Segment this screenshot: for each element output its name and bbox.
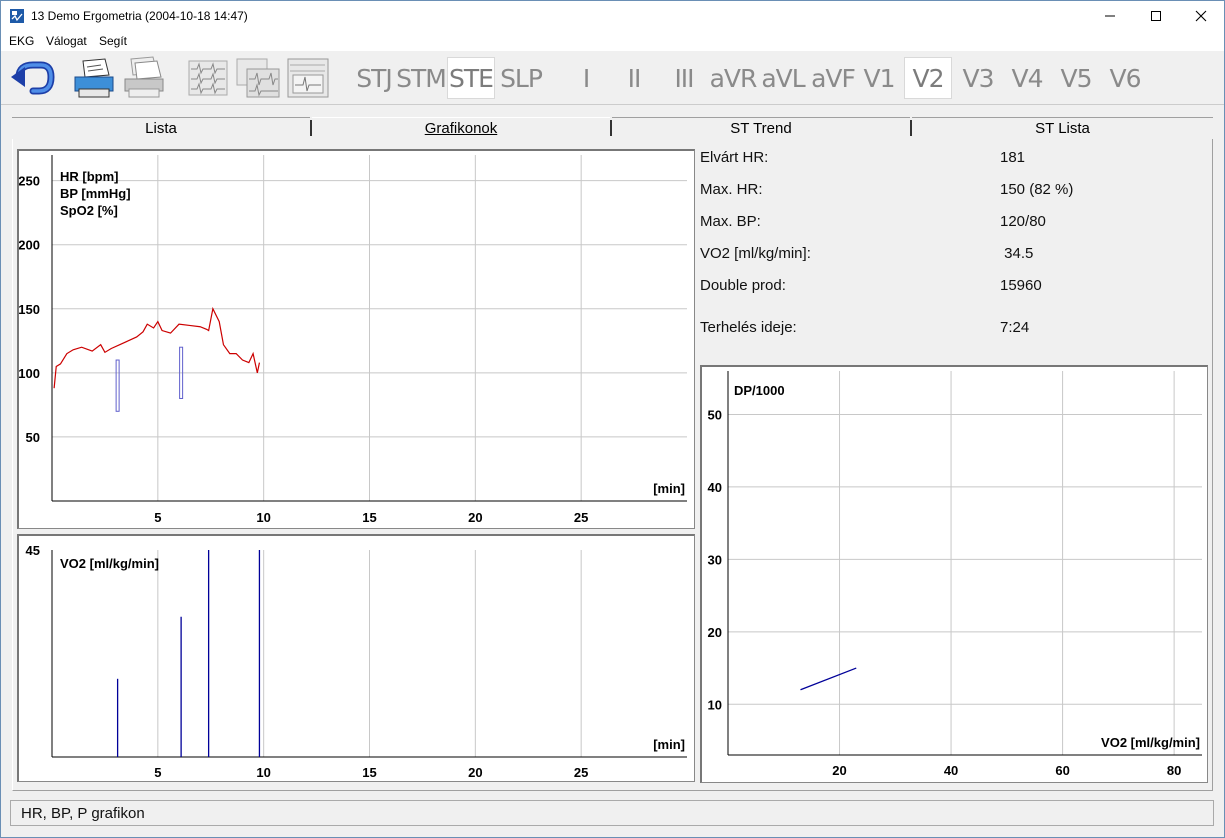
x-tick-label: 10 — [256, 765, 270, 780]
summary-panel: Elvárt HR: 181 Max. HR: 150 (82 %) Max. … — [700, 141, 1200, 351]
y-tick-label: 10 — [708, 697, 722, 712]
lead-ii[interactable]: II — [617, 57, 651, 99]
x-tick-label: 25 — [574, 765, 588, 780]
x-tick-label: 40 — [944, 763, 958, 778]
menu-ekg[interactable]: EKG — [9, 34, 34, 48]
minimize-button[interactable] — [1087, 1, 1133, 31]
lead-avf[interactable]: aVF — [809, 57, 857, 99]
dp-series-line — [800, 667, 857, 691]
minimize-icon — [1105, 15, 1115, 17]
lead-stj[interactable]: STJ — [353, 57, 395, 99]
tab-st-trend[interactable]: ST Trend — [612, 117, 910, 139]
close-button[interactable] — [1178, 1, 1224, 31]
hr-bp-chart-panel: 5 10 15 20 25 50 100 150 200 250 HR [bpm] BP [mmHg]… — [17, 149, 695, 529]
tab-lista[interactable]: Lista — [12, 117, 310, 139]
y-tick-label: 200 — [19, 238, 40, 253]
x-tick-label: 60 — [1055, 763, 1069, 778]
close-icon — [1195, 10, 1207, 22]
menu-bar: EKG Válogat Segít — [1, 31, 1224, 51]
y-tick-label: 20 — [708, 625, 722, 640]
x-tick-label: 20 — [468, 510, 482, 525]
y-tick-label: 100 — [19, 366, 40, 381]
lead-ste[interactable]: STE — [447, 57, 495, 99]
x-axis-label: [min] — [653, 481, 685, 496]
lead-v3[interactable]: V3 — [957, 57, 999, 99]
hr-series-line — [53, 306, 261, 389]
maximize-icon — [1151, 11, 1161, 21]
ecg-grid-icon[interactable] — [185, 55, 231, 101]
y-tick-label: 250 — [19, 174, 40, 189]
lead-avl[interactable]: aVL — [759, 57, 807, 99]
lead-v6[interactable]: V6 — [1104, 57, 1146, 99]
ecg-detail-icon[interactable] — [285, 55, 331, 101]
chart-title: VO2 [ml/kg/min] — [60, 556, 159, 571]
x-tick-label: 25 — [574, 510, 588, 525]
x-tick-label: 5 — [154, 765, 161, 780]
dp-vo2-chart: 20 40 60 80 10 20 30 40 50 DP/1000 VO2 [ml/kg/min] — [708, 371, 1202, 778]
lead-i[interactable]: I — [571, 57, 601, 99]
max-hr-label: Max. HR: — [700, 181, 763, 198]
legend-entry: BP [mmHg] — [60, 186, 131, 201]
vo2-label: VO2 [ml/kg/min]: — [700, 245, 811, 262]
y-tick-label: 50 — [708, 407, 722, 422]
legend-entry: SpO2 [%] — [60, 203, 118, 218]
dp-chart-panel: 20 40 60 80 10 20 30 40 50 DP/1000 VO2 [ml/kg/min] — [700, 365, 1208, 783]
expected-hr-label: Elvárt HR: — [700, 149, 769, 166]
chart-title: DP/1000 — [734, 383, 785, 398]
status-bar: HR, BP, P grafikon — [10, 800, 1214, 826]
y-tick-label: 40 — [708, 480, 722, 495]
lead-iii[interactable]: III — [665, 57, 703, 99]
max-bp-value: 120/80 — [1000, 213, 1046, 230]
x-tick-label: 15 — [362, 510, 376, 525]
double-prod-value: 15960 — [1000, 277, 1042, 294]
app-icon — [10, 9, 24, 23]
toolbar: STJ STM STE SLP I II III aVR aVL aVF V1 … — [1, 51, 1224, 105]
back-arrow-icon[interactable] — [9, 55, 55, 101]
x-tick-label: 15 — [362, 765, 376, 780]
max-hr-value: 150 (82 %) — [1000, 181, 1074, 198]
hr-bp-chart: 5 10 15 20 25 50 100 150 200 250 HR [bpm] BP [mmHg]… — [18, 155, 687, 525]
vo2-chart: 5 10 15 20 25 45 VO2 [ml/kg/min] [min] — [26, 543, 687, 780]
tab-grafikonok[interactable]: Grafikonok — [312, 117, 610, 139]
lead-slp[interactable]: SLP — [499, 57, 543, 99]
y-tick-label: 150 — [19, 302, 40, 317]
print-icon[interactable] — [71, 55, 117, 101]
bp-range-bar — [115, 359, 120, 412]
x-tick-label: 80 — [1167, 763, 1181, 778]
lead-v4[interactable]: V4 — [1006, 57, 1048, 99]
y-tick-label: 50 — [26, 430, 40, 445]
ecg-multi-icon[interactable] — [235, 55, 281, 101]
maximize-button[interactable] — [1133, 1, 1179, 31]
load-time-label: Terhelés ideje: — [700, 319, 797, 336]
x-tick-label: 20 — [832, 763, 846, 778]
y-tick-label: 30 — [708, 552, 722, 567]
y-tick-label: 45 — [26, 543, 40, 558]
print-all-icon[interactable] — [121, 55, 167, 101]
x-tick-label: 10 — [256, 510, 270, 525]
title-bar: 13 Demo Ergometria (2004-10-18 14:47) — [1, 1, 1224, 31]
x-tick-label: 20 — [468, 765, 482, 780]
tab-strip: Lista Grafikonok ST Trend ST Lista — [12, 117, 1213, 139]
tab-st-lista[interactable]: ST Lista — [912, 117, 1213, 139]
lead-stm[interactable]: STM — [396, 57, 447, 99]
x-axis-label: VO2 [ml/kg/min] — [1101, 735, 1200, 750]
x-axis-label: [min] — [653, 737, 685, 752]
vo2-value: 34.5 — [1000, 245, 1034, 262]
menu-valogat[interactable]: Válogat — [46, 34, 87, 48]
lead-v1[interactable]: V1 — [859, 57, 899, 99]
lead-v5[interactable]: V5 — [1055, 57, 1097, 99]
vo2-chart-panel: 5 10 15 20 25 45 VO2 [ml/kg/min] [min] — [17, 534, 695, 782]
x-tick-label: 5 — [154, 510, 161, 525]
app-window: 13 Demo Ergometria (2004-10-18 14:47) EK… — [0, 0, 1225, 838]
load-time-value: 7:24 — [1000, 319, 1030, 336]
window-title: 13 Demo Ergometria (2004-10-18 14:47) — [31, 9, 248, 23]
expected-hr-value: 181 — [1000, 149, 1026, 166]
lead-avr[interactable]: aVR — [709, 57, 758, 99]
max-bp-label: Max. BP: — [700, 213, 761, 230]
legend-entry: HR [bpm] — [60, 169, 119, 184]
menu-segit[interactable]: Segít — [99, 34, 127, 48]
lead-v2[interactable]: V2 — [904, 57, 952, 99]
double-prod-label: Double prod: — [700, 277, 786, 294]
